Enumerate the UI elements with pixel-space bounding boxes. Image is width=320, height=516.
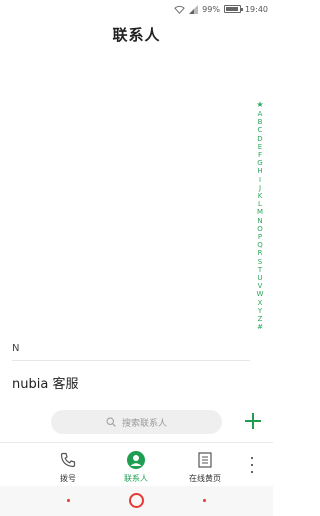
tab-contacts[interactable]: 联系人 — [111, 451, 161, 484]
search-icon — [106, 417, 116, 427]
phone-icon — [59, 451, 77, 469]
alpha-index-item[interactable]: S — [258, 258, 262, 266]
tab-label: 联系人 — [124, 474, 148, 483]
contacts-icon — [127, 451, 145, 469]
alpha-index-item[interactable]: W — [257, 290, 264, 298]
bottom-tab-bar: 拨号 联系人 在线黄页 — [0, 442, 273, 486]
alpha-index-item[interactable]: P — [258, 233, 262, 241]
alpha-index-item[interactable]: C — [258, 126, 263, 134]
alpha-index[interactable]: ★ A B C D E F G H I J K L M N O P Q R S … — [255, 100, 265, 331]
tab-label: 拨号 — [60, 474, 76, 483]
alpha-index-item[interactable]: U — [257, 274, 262, 282]
battery-icon — [223, 5, 243, 13]
alpha-index-item[interactable]: M — [257, 208, 263, 216]
wifi-icon — [174, 5, 185, 14]
alpha-index-item[interactable]: O — [257, 225, 263, 233]
home-icon[interactable] — [129, 493, 144, 508]
alpha-index-item[interactable]: # — [257, 323, 263, 331]
search-placeholder: 搜索联系人 — [121, 418, 167, 429]
plus-icon — [245, 413, 261, 429]
alpha-index-item[interactable]: J — [259, 184, 261, 192]
alpha-index-item[interactable]: Z — [258, 315, 263, 323]
search-bar[interactable]: 搜索联系人 — [51, 410, 222, 434]
tab-dial[interactable]: 拨号 — [43, 451, 93, 484]
alpha-index-item[interactable]: L — [258, 200, 262, 208]
alpha-index-item[interactable]: D — [257, 135, 262, 143]
alpha-index-item[interactable]: Q — [257, 241, 263, 249]
page-title: 联系人 — [112, 25, 161, 44]
yellow-pages-icon — [196, 451, 214, 469]
alpha-index-item[interactable]: X — [258, 299, 263, 307]
alpha-index-item[interactable]: A — [258, 110, 263, 118]
alpha-index-item[interactable]: I — [259, 176, 261, 184]
more-icon[interactable] — [248, 457, 256, 473]
contact-name: nubia 客服 — [12, 376, 79, 392]
tab-yellow-pages[interactable]: 在线黄页 — [180, 451, 230, 484]
clock: 19:40 — [244, 4, 268, 14]
alpha-index-item[interactable]: B — [258, 118, 263, 126]
alpha-index-item[interactable]: T — [258, 266, 262, 274]
alpha-index-item[interactable]: E — [258, 143, 262, 151]
alpha-index-item[interactable]: R — [258, 249, 263, 257]
alpha-index-item[interactable]: G — [257, 159, 262, 167]
tab-label: 在线黄页 — [189, 474, 221, 483]
alpha-index-item[interactable]: F — [258, 151, 262, 159]
section-header: N — [12, 343, 250, 361]
recents-icon[interactable] — [203, 499, 206, 502]
title-bar: 联系人 — [0, 18, 273, 50]
alpha-index-item[interactable]: K — [258, 192, 263, 200]
back-icon[interactable] — [67, 499, 70, 502]
signal-icon — [189, 4, 199, 14]
alpha-index-item[interactable]: V — [258, 282, 263, 290]
alpha-index-item[interactable]: ★ — [256, 100, 263, 110]
add-contact-button[interactable] — [242, 409, 264, 433]
alpha-index-item[interactable]: Y — [258, 307, 262, 315]
status-bar: 99% 19:40 — [0, 0, 273, 18]
contact-row[interactable]: nubia 客服 — [12, 368, 250, 396]
alpha-index-item[interactable]: H — [257, 167, 262, 175]
battery-percent: 99% — [202, 4, 220, 14]
system-nav-bar — [0, 486, 273, 516]
alpha-index-item[interactable]: N — [257, 217, 262, 225]
